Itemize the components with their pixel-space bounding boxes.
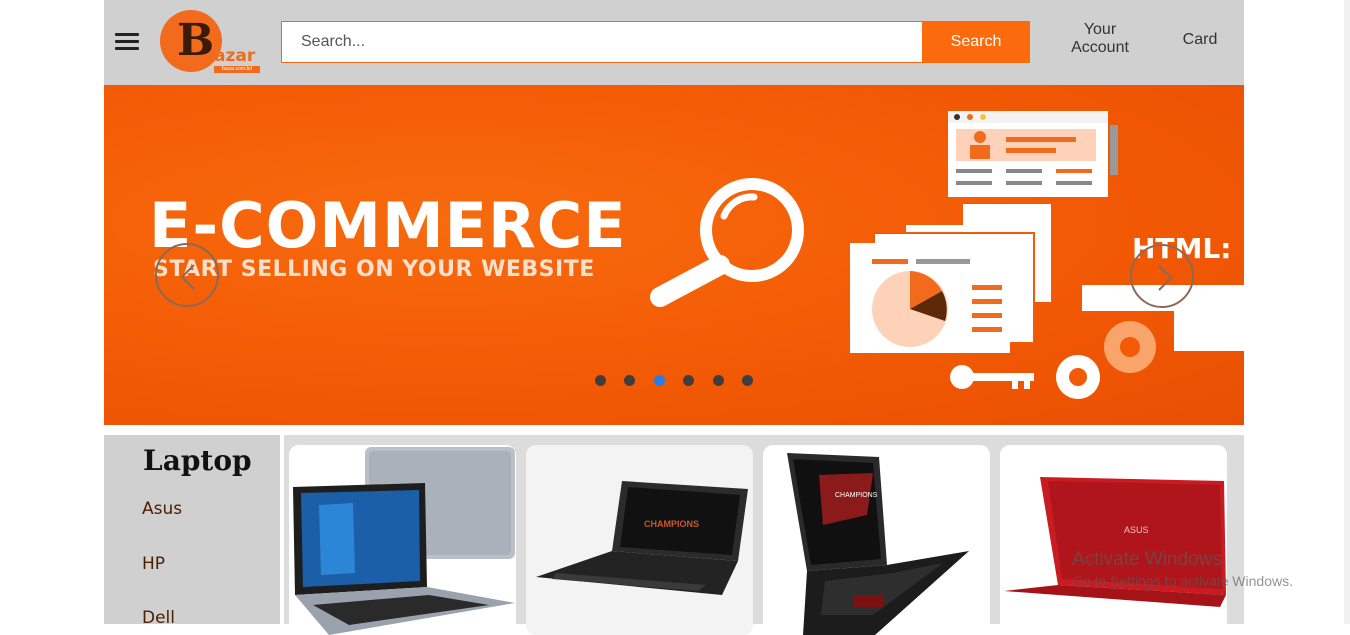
category-sidebar: Laptop Asus HP Dell — [104, 435, 280, 628]
card-link[interactable]: Card — [1170, 31, 1230, 49]
product-card[interactable]: CHAMPIONS — [526, 445, 753, 635]
chevron-right-icon — [1158, 265, 1173, 291]
carousel-dot[interactable] — [713, 375, 724, 386]
carousel-dot-active[interactable] — [654, 375, 665, 386]
logo-letter: B — [177, 15, 215, 66]
logo-tagline: bazar.com.bd — [214, 66, 260, 73]
hamburger-menu-icon[interactable] — [115, 33, 139, 51]
page-container: B azar bazar.com.bd Search Your Account … — [104, 0, 1244, 635]
svg-text:CHAMPIONS: CHAMPIONS — [644, 519, 699, 529]
carousel-dot[interactable] — [742, 375, 753, 386]
search-button[interactable]: Search — [922, 21, 1030, 63]
product-image: CHAMPIONS — [536, 481, 748, 595]
svg-text:ASUS: ASUS — [1124, 525, 1149, 535]
svg-text:CHAMPIONS: CHAMPIONS — [835, 492, 878, 499]
site-logo[interactable]: B azar bazar.com.bd — [160, 10, 264, 74]
chevron-left-icon — [180, 264, 195, 290]
search-box — [281, 21, 922, 63]
sidebar-link-hp[interactable]: HP — [142, 554, 165, 574]
page-scrollbar[interactable] — [1344, 0, 1350, 624]
search-input[interactable] — [282, 22, 922, 62]
sidebar-title: Laptop — [143, 444, 252, 477]
product-card[interactable]: CHAMPIONS — [763, 445, 990, 635]
carousel-dot[interactable] — [624, 375, 635, 386]
product-card[interactable] — [289, 445, 516, 635]
carousel-prev-button[interactable] — [155, 243, 219, 307]
product-card[interactable]: ASUS — [1000, 445, 1227, 635]
product-image: CHAMPIONS — [787, 453, 969, 635]
carousel-next-button[interactable] — [1130, 244, 1194, 308]
product-grid: CHAMPIONS CHAMPIONS ASUS — [284, 435, 1244, 635]
sidebar-link-dell[interactable]: Dell — [142, 608, 175, 628]
sidebar-link-asus[interactable]: Asus — [142, 499, 182, 519]
your-account-link[interactable]: Your Account — [1054, 21, 1146, 57]
product-image: ASUS — [1004, 477, 1226, 607]
carousel-dot[interactable] — [683, 375, 694, 386]
carousel-dot[interactable] — [595, 375, 606, 386]
hero-carousel: E-COMMERCE START SELLING ON YOUR WEBSITE… — [104, 85, 1244, 425]
product-image — [293, 447, 515, 635]
top-header: B azar bazar.com.bd Search Your Account … — [104, 0, 1244, 85]
logo-text: azar — [214, 46, 256, 66]
